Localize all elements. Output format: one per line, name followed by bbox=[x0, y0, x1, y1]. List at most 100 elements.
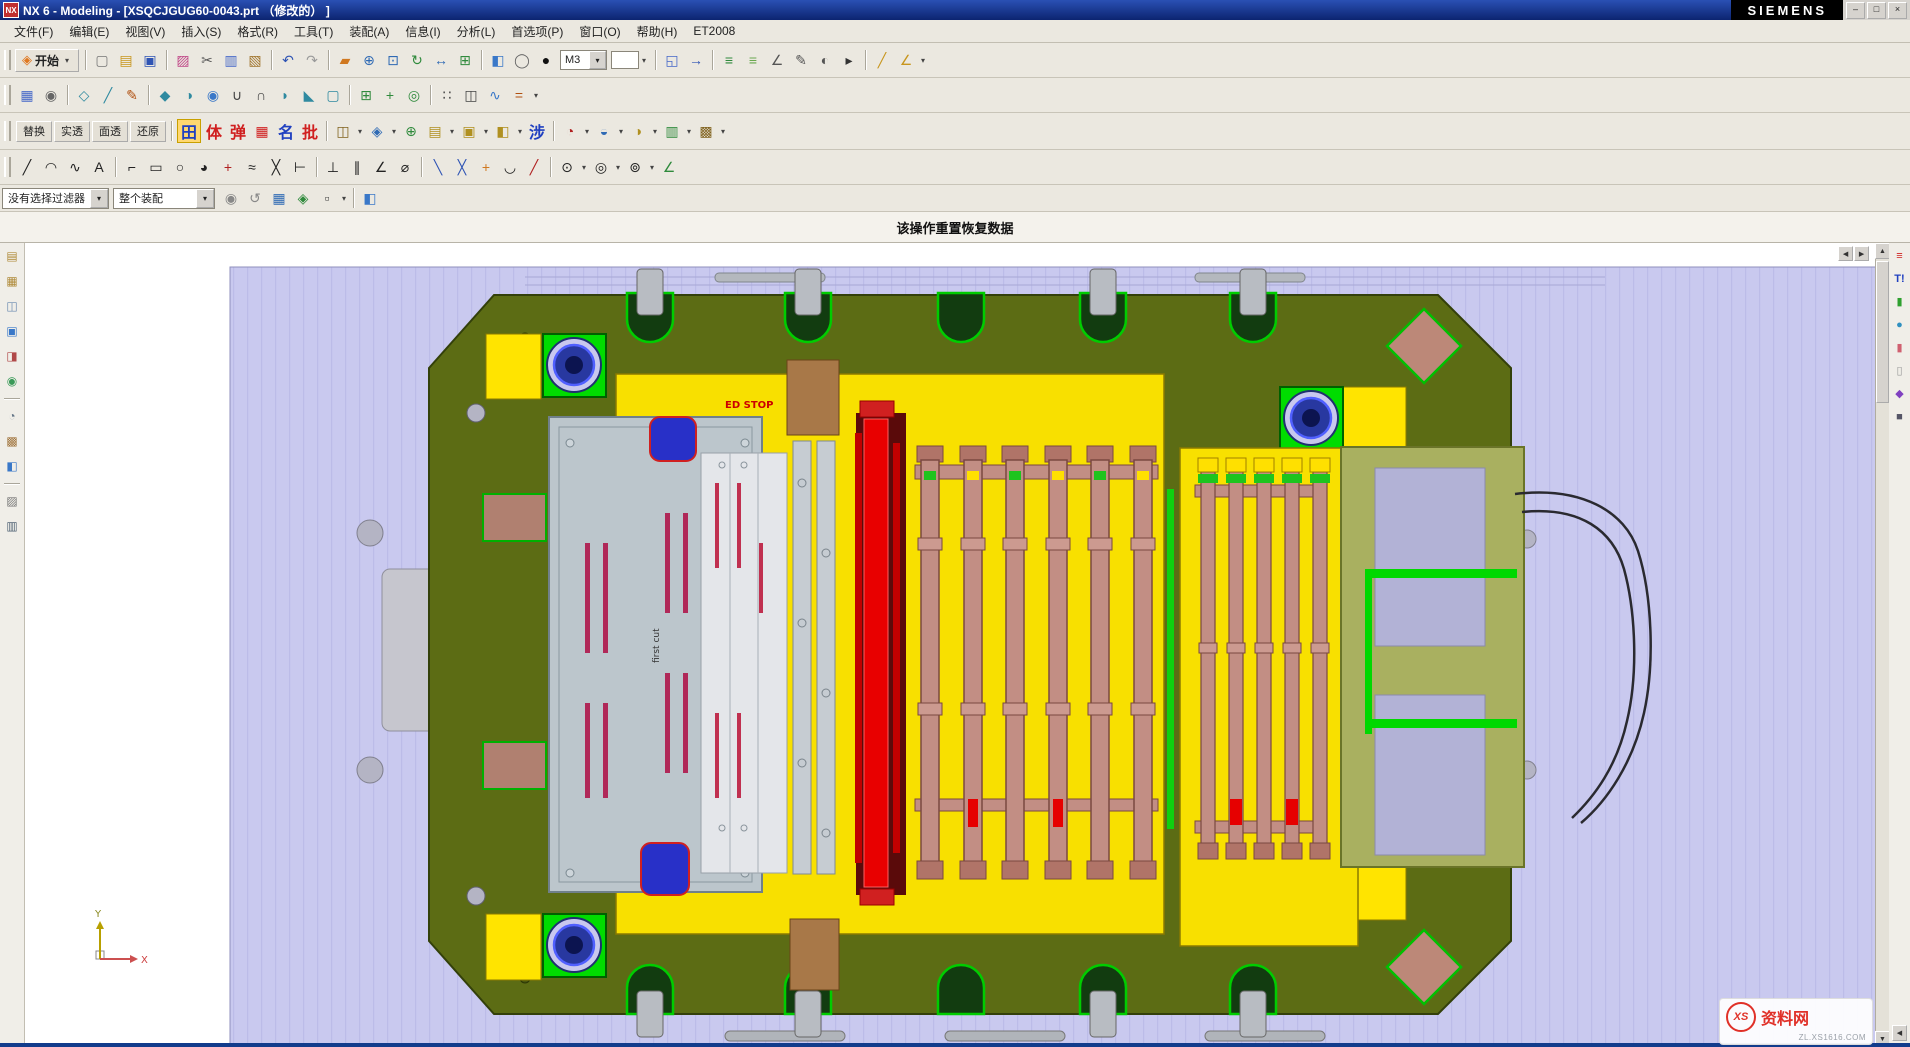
window-cascade-icon[interactable]: ◱ bbox=[661, 49, 683, 71]
paste-icon[interactable]: ▧ bbox=[244, 49, 266, 71]
class-selection-icon[interactable]: ▨ bbox=[172, 49, 194, 71]
start-menu-button[interactable]: ◈开始▾ bbox=[15, 49, 79, 72]
copy-icon[interactable]: ▥ bbox=[220, 49, 242, 71]
menu-item[interactable]: 工具(T) bbox=[286, 20, 341, 43]
cube-select-icon[interactable]: ◧ bbox=[359, 187, 381, 209]
menu-item[interactable]: 分析(L) bbox=[449, 20, 504, 43]
scroll-right-button[interactable]: ▶ bbox=[1854, 246, 1869, 261]
chamfer-icon[interactable]: ◣ bbox=[298, 84, 320, 106]
close-button[interactable]: × bbox=[1888, 2, 1907, 19]
toolbar-grip[interactable] bbox=[4, 121, 11, 141]
maximize-button[interactable]: □ bbox=[1867, 2, 1886, 19]
export-icon[interactable]: → bbox=[685, 49, 707, 71]
menu-item[interactable]: 首选项(P) bbox=[503, 20, 571, 43]
family-tool-icon[interactable]: ▤ bbox=[424, 120, 446, 142]
layer-settings-icon[interactable]: ≡ bbox=[718, 49, 740, 71]
pan-view-icon[interactable]: ↔ bbox=[430, 49, 452, 71]
cut-icon[interactable]: ✂ bbox=[196, 49, 218, 71]
shaded-view-icon[interactable]: ◧ bbox=[487, 49, 509, 71]
parallel-icon[interactable]: ∥ bbox=[346, 156, 368, 178]
menu-item[interactable]: ET2008 bbox=[685, 21, 743, 41]
circle-target-icon[interactable]: ⊚ bbox=[624, 156, 646, 178]
assembly-tool-icon-dropdown[interactable]: ▾ bbox=[355, 127, 365, 136]
sphere-display-icon[interactable]: ● bbox=[1891, 316, 1908, 333]
mold-tool-b-icon-dropdown[interactable]: ▾ bbox=[616, 127, 626, 136]
key-display-icon[interactable]: ≡ bbox=[1891, 247, 1908, 264]
chevron-down-icon[interactable]: ▾ bbox=[589, 51, 606, 69]
assembly-navigator-icon[interactable]: ▤ bbox=[3, 247, 21, 265]
menu-item[interactable]: 视图(V) bbox=[117, 20, 173, 43]
sketch-icon[interactable]: ✎ bbox=[121, 84, 143, 106]
restore-button[interactable]: 还原 bbox=[130, 121, 166, 142]
screenshot-icon[interactable]: ▰ bbox=[334, 49, 356, 71]
reuse-library-icon[interactable]: ▣ bbox=[3, 322, 21, 340]
measure-distance-icon[interactable]: ╱ bbox=[871, 49, 893, 71]
text-curve-icon[interactable]: A bbox=[88, 156, 110, 178]
zoom-in-icon[interactable]: ⊕ bbox=[358, 49, 380, 71]
component-tool-icon[interactable]: ◈ bbox=[366, 120, 388, 142]
circle-double-icon[interactable]: ◎ bbox=[590, 156, 612, 178]
name-display-icon[interactable]: 名 bbox=[275, 120, 297, 142]
mold-tool-c-icon[interactable]: ◑ bbox=[627, 120, 649, 142]
mold-tool-b-icon[interactable]: ◒ bbox=[593, 120, 615, 142]
mold-tool-e-icon-dropdown[interactable]: ▾ bbox=[718, 127, 728, 136]
assembly-tool-icon[interactable]: ◫ bbox=[332, 120, 354, 142]
link-tool-icon[interactable]: ⊕ bbox=[400, 120, 422, 142]
extrude-icon[interactable]: ◆ bbox=[154, 84, 176, 106]
selection-filter-combo[interactable]: 没有选择过滤器 ▾ bbox=[2, 188, 109, 209]
zoom-window-icon[interactable]: ⊡ bbox=[382, 49, 404, 71]
scrollbar-thumb[interactable] bbox=[1876, 261, 1889, 403]
menu-item[interactable]: 帮助(H) bbox=[629, 20, 686, 43]
vial-display-icon[interactable]: ▯ bbox=[1891, 362, 1908, 379]
wireframe-view-icon[interactable]: ◯ bbox=[511, 49, 533, 71]
offset-curve-icon[interactable]: ≈ bbox=[241, 156, 263, 178]
redo-icon[interactable]: ↷ bbox=[301, 49, 323, 71]
toolbar-grip[interactable] bbox=[4, 157, 11, 177]
edge-blend-icon[interactable]: ◗ bbox=[274, 84, 296, 106]
circle-center-icon-dropdown[interactable]: ▾ bbox=[579, 163, 589, 172]
gem-display-icon[interactable]: ◆ bbox=[1891, 385, 1908, 402]
cad-model-scene[interactable]: ED STOP first cut bbox=[25, 243, 1875, 1047]
collapse-panel-button[interactable]: ◀ bbox=[1892, 1025, 1907, 1041]
standard-parts-icon[interactable]: ▣ bbox=[458, 120, 480, 142]
open-icon[interactable]: ▤ bbox=[115, 49, 137, 71]
mold-tool-a-icon[interactable]: ◔ bbox=[559, 120, 581, 142]
assembly-constraints-icon[interactable]: ◎ bbox=[403, 84, 425, 106]
highlight-icon[interactable]: ◈ bbox=[292, 187, 314, 209]
electrode-tool-icon[interactable]: ◧ bbox=[492, 120, 514, 142]
snap-point-icon[interactable]: ◉ bbox=[40, 84, 62, 106]
standard-parts-icon-dropdown[interactable]: ▾ bbox=[481, 127, 491, 136]
electrode-tool-icon-dropdown[interactable]: ▾ bbox=[515, 127, 525, 136]
extend-curve-icon[interactable]: ⊢ bbox=[289, 156, 311, 178]
line2-icon[interactable]: ╲ bbox=[427, 156, 449, 178]
add-component-icon[interactable]: ⊞ bbox=[355, 84, 377, 106]
body-display-icon[interactable]: 体 bbox=[203, 120, 225, 142]
arc2-icon[interactable]: ◡ bbox=[499, 156, 521, 178]
minimize-button[interactable]: – bbox=[1846, 2, 1865, 19]
center-pilot-punch[interactable] bbox=[855, 401, 906, 905]
toolbar-grip[interactable] bbox=[4, 50, 11, 70]
profile-icon[interactable]: ⌐ bbox=[121, 156, 143, 178]
wave-link-icon[interactable]: ∿ bbox=[484, 84, 506, 106]
prev-selection-icon[interactable]: ↺ bbox=[244, 187, 266, 209]
annotation-note-icon[interactable]: T! bbox=[1891, 270, 1908, 287]
diameter-dim-icon[interactable]: ⌀ bbox=[394, 156, 416, 178]
toolbar-grip[interactable] bbox=[4, 85, 11, 105]
rect-select-icon-dropdown[interactable]: ▾ bbox=[339, 194, 349, 203]
fillet-curve-icon[interactable]: ◕ bbox=[193, 156, 215, 178]
edit-object-display-icon[interactable]: ✎ bbox=[790, 49, 812, 71]
circle-icon[interactable]: ○ bbox=[169, 156, 191, 178]
menu-item[interactable]: 窗口(O) bbox=[571, 20, 628, 43]
new-file-icon[interactable]: ▢ bbox=[91, 49, 113, 71]
menu-item[interactable]: 编辑(E) bbox=[61, 20, 117, 43]
menu-item[interactable]: 信息(I) bbox=[397, 20, 448, 43]
move-component-icon[interactable]: + bbox=[379, 84, 401, 106]
history-icon[interactable]: ◔ bbox=[3, 407, 21, 425]
mold-tool-d-icon-dropdown[interactable]: ▾ bbox=[684, 127, 694, 136]
wcs-triad[interactable]: Y X bbox=[94, 909, 148, 966]
angle-measure-icon[interactable]: ∠ bbox=[658, 156, 680, 178]
mold-tool-a-icon-dropdown[interactable]: ▾ bbox=[582, 127, 592, 136]
selection-scope-combo[interactable]: 整个装配 ▾ bbox=[113, 188, 215, 209]
interference-check-icon[interactable]: 涉 bbox=[526, 120, 548, 142]
spring-tool-icon[interactable]: 弹 bbox=[227, 120, 249, 142]
